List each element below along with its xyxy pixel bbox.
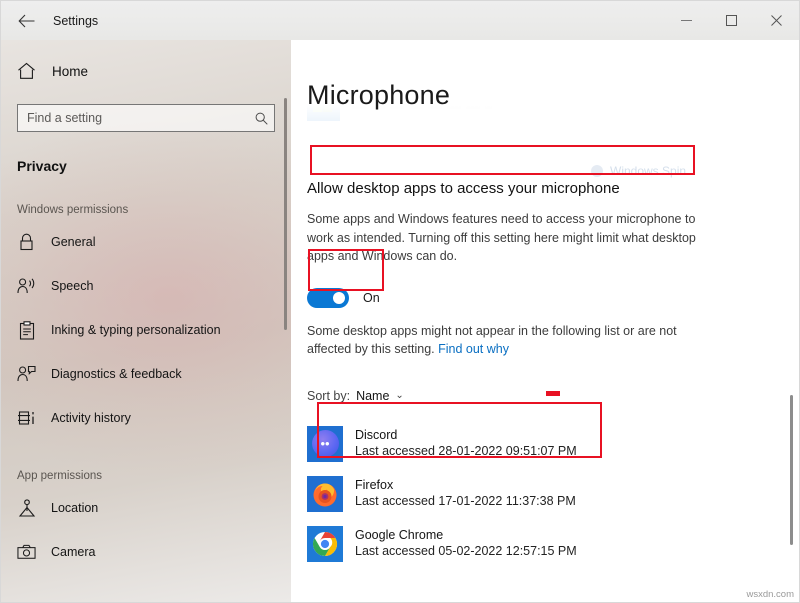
app-last-accessed: Last accessed 05-02-2022 12:57:15 PM [355, 543, 577, 560]
close-icon [771, 15, 782, 26]
sidebar-item-label: Speech [51, 279, 93, 293]
toggle-state-label: On [363, 291, 380, 305]
scrolled-toggle [592, 85, 634, 99]
sidebar-item-speech[interactable]: Speech [1, 264, 291, 308]
sidebar-group-label-windows-permissions: Windows permissions [1, 204, 291, 216]
sidebar-content: Home Privacy Windows permissions [1, 48, 291, 574]
toggle-knob [333, 292, 345, 304]
sidebar-item-location[interactable]: Location [1, 486, 291, 530]
speech-icon [17, 277, 36, 296]
main-scrollbar[interactable] [790, 395, 793, 545]
watermark: wsxdn.com [746, 589, 794, 600]
app-last-accessed: Last accessed 28-01-2022 09:51:07 PM [355, 443, 577, 460]
section-heading: Allow desktop apps to access your microp… [307, 180, 620, 197]
app-text: Google Chrome Last accessed 05-02-2022 1… [355, 527, 577, 560]
desktop-apps-note: Some desktop apps might not appear in th… [307, 322, 707, 359]
maximize-icon [726, 15, 737, 26]
app-text: Firefox Last accessed 17-01-2022 11:37:3… [355, 477, 576, 510]
minimize-icon [681, 20, 692, 21]
sidebar-item-label: Location [51, 501, 98, 515]
window-title: Settings [53, 14, 98, 28]
section-description: Some apps and Windows features need to a… [307, 210, 717, 266]
title-bar-spacer [291, 1, 664, 40]
sidebar-item-home[interactable]: Home [1, 48, 291, 94]
microphone-access-toggle[interactable] [307, 288, 349, 308]
title-bar: Settings [1, 1, 799, 40]
sidebar: Home Privacy Windows permissions [1, 40, 291, 602]
app-name: Firefox [355, 477, 576, 493]
list-item[interactable]: •• Discord Last accessed 28-01-2022 09:5… [307, 419, 783, 469]
close-button[interactable] [754, 1, 799, 40]
app-list: •• Discord Last accessed 28-01-2022 09:5… [307, 419, 783, 569]
sidebar-item-inking-typing-personalization[interactable]: Inking & typing personalization [1, 308, 291, 352]
camera-icon [17, 543, 36, 562]
app-last-accessed: Last accessed 17-01-2022 11:37:38 PM [355, 493, 576, 510]
sidebar-item-general[interactable]: General [1, 220, 291, 264]
find-out-why-link[interactable]: Find out why [438, 342, 509, 356]
location-icon [17, 499, 36, 518]
app-name: Discord [355, 427, 577, 443]
sidebar-item-label: Diagnostics & feedback [51, 367, 182, 381]
search-icon[interactable] [255, 112, 268, 125]
title-bar-left: Settings [1, 1, 291, 40]
sidebar-item-label: General [51, 235, 95, 249]
sort-by-dropdown[interactable]: Sort by: Name ⌄ [307, 389, 404, 403]
firefox-icon [307, 476, 343, 512]
settings-window: Settings [0, 0, 800, 603]
page-title: Microphone [307, 80, 450, 111]
sidebar-item-label: Activity history [51, 411, 131, 425]
clipboard-icon [17, 321, 36, 340]
back-arrow-icon [18, 14, 35, 28]
list-item[interactable]: Firefox Last accessed 17-01-2022 11:37:3… [307, 469, 783, 519]
minimize-button[interactable] [664, 1, 709, 40]
chrome-icon [307, 526, 343, 562]
list-item[interactable]: Google Chrome Last accessed 05-02-2022 1… [307, 519, 783, 569]
lock-icon [17, 233, 36, 252]
chevron-down-icon: ⌄ [395, 390, 403, 401]
sidebar-group-label-app-permissions: App permissions [1, 470, 291, 482]
sidebar-section-title: Privacy [1, 158, 291, 174]
main-content: Allow desktop apps to access your microp… [291, 144, 799, 602]
sidebar-item-label: Inking & typing personalization [51, 323, 221, 337]
sidebar-item-camera[interactable]: Camera [1, 530, 291, 574]
scrolled-toggle-label: On [647, 83, 664, 98]
sidebar-scrollbar[interactable] [284, 98, 287, 330]
sidebar-item-activity-history[interactable]: Activity history [1, 396, 291, 440]
sidebar-home-label: Home [52, 64, 88, 79]
home-icon [17, 62, 36, 81]
back-button[interactable] [11, 7, 41, 35]
search-input[interactable] [27, 111, 255, 125]
window-body: Home Privacy Windows permissions [1, 40, 799, 602]
sort-by-value: Name [356, 389, 389, 403]
app-name: Google Chrome [355, 527, 577, 543]
sort-by-label: Sort by: [307, 389, 350, 403]
window-controls [664, 1, 799, 40]
search-box[interactable] [17, 104, 275, 132]
maximize-button[interactable] [709, 1, 754, 40]
app-text: Discord Last accessed 28-01-2022 09:51:0… [355, 427, 577, 460]
main-panel: On Windows Spin Microphone Allow desktop… [291, 40, 799, 602]
sidebar-item-diagnostics-feedback[interactable]: Diagnostics & feedback [1, 352, 291, 396]
activity-icon [17, 409, 36, 428]
sidebar-item-label: Camera [51, 545, 95, 559]
discord-icon: •• [307, 426, 343, 462]
microphone-toggle-row: On [307, 288, 383, 308]
feedback-icon [17, 365, 36, 384]
